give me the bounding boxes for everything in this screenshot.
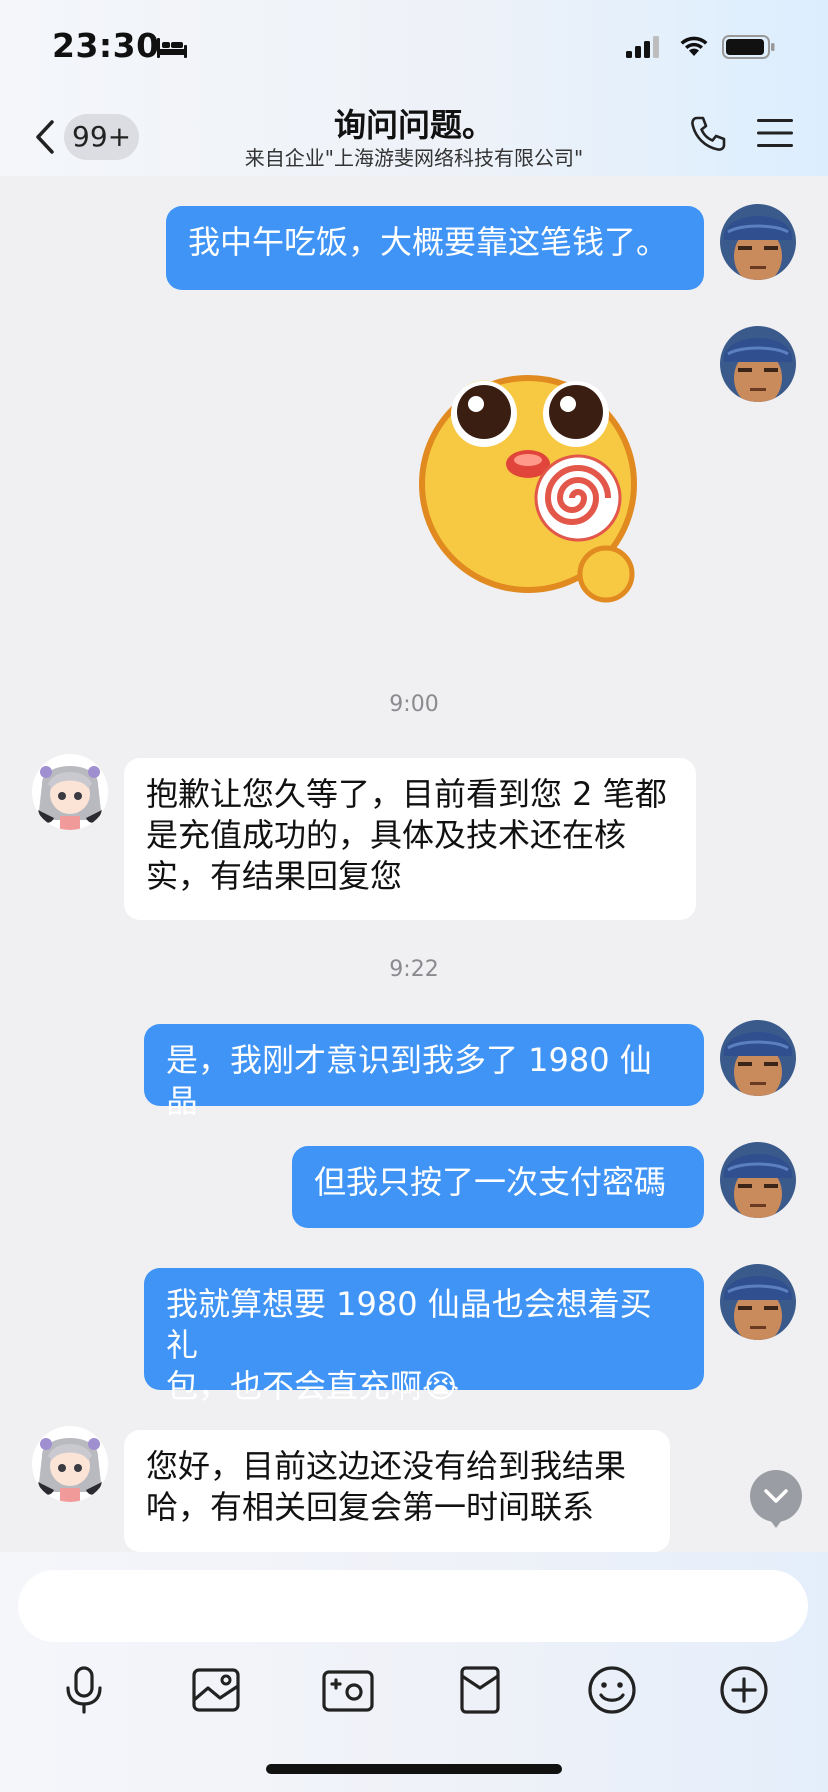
message-text-line: 我就算想要 1980 仙晶也会想着买礼 [166,1285,652,1364]
sleep-focus-icon [157,38,187,58]
message-text: 但我只按了一次支付密碼 [314,1163,667,1201]
red-packet-icon[interactable] [450,1660,510,1720]
cellular-signal-icon [626,36,659,58]
my-avatar[interactable] [720,326,796,402]
avatar-image [720,1020,796,1096]
microphone-icon[interactable] [54,1660,114,1720]
battery-icon [722,35,775,59]
timestamp: 9:22 [389,957,439,982]
message-bubble-outgoing[interactable]: 是，我刚才意识到我多了 1980 仙晶 [144,1024,704,1120]
lollipop-emoji-sticker[interactable] [414,370,648,606]
input-area [0,1552,828,1792]
status-time: 23:30 [52,26,160,65]
avatar-image [720,1264,796,1340]
emoji-icon[interactable] [582,1660,642,1720]
chevron-down-icon [764,1489,788,1528]
home-indicator [266,1764,562,1774]
phone-icon[interactable] [688,114,728,154]
status-bar: 23:30 [0,0,828,96]
my-avatar[interactable] [720,1264,796,1340]
message-bubble-outgoing[interactable]: 但我只按了一次支付密碼 [292,1146,704,1228]
avatar-image [32,1426,108,1502]
message-bubble-outgoing[interactable]: 我就算想要 1980 仙晶也会想着买礼 包，也不会直充啊😭 [144,1268,704,1405]
message-text: 我中午吃饭，大概要靠这笔钱了。 [188,223,669,261]
camera-icon[interactable] [318,1660,378,1720]
message-text-line: 实，有结果回复您 [146,857,403,895]
support-agent-avatar[interactable] [32,1426,108,1502]
chat-header: 99+ 询问问题。 来自企业"上海游斐网络科技有限公司" [0,96,828,176]
scroll-to-bottom-button[interactable] [750,1470,802,1528]
message-text-line: 是充值成功的，具体及技术还在核 [146,816,627,854]
menu-icon[interactable] [756,116,794,150]
message-text-line: 您好，目前这边还没有给到我结果 [146,1447,627,1485]
timestamp: 9:00 [389,692,439,717]
message-input[interactable] [18,1570,808,1642]
plus-icon[interactable] [714,1660,774,1720]
image-icon[interactable] [186,1660,246,1720]
my-avatar[interactable] [720,1020,796,1096]
message-text-line: 包，也不会直充啊😭 [166,1367,460,1405]
support-agent-avatar[interactable] [32,754,108,830]
avatar-image [32,754,108,830]
message-text-line: 抱歉让您久等了，目前看到您 2 笔都 [146,775,667,813]
wifi-icon [680,36,708,56]
message-bubble-outgoing[interactable]: 我中午吃饭，大概要靠这笔钱了。 [166,206,704,290]
message-text: 是，我刚才意识到我多了 1980 仙晶 [166,1041,652,1120]
message-bubble-incoming[interactable]: 您好，目前这边还没有给到我结果 哈，有相关回复会第一时间联系 [124,1430,670,1552]
avatar-image [720,204,796,280]
message-text-line: 哈，有相关回复会第一时间联系 [146,1488,595,1526]
avatar-image [720,1142,796,1218]
message-bubble-incoming[interactable]: 抱歉让您久等了，目前看到您 2 笔都 是充值成功的，具体及技术还在核 实，有结果… [124,758,696,920]
avatar-image [720,326,796,402]
my-avatar[interactable] [720,204,796,280]
my-avatar[interactable] [720,1142,796,1218]
